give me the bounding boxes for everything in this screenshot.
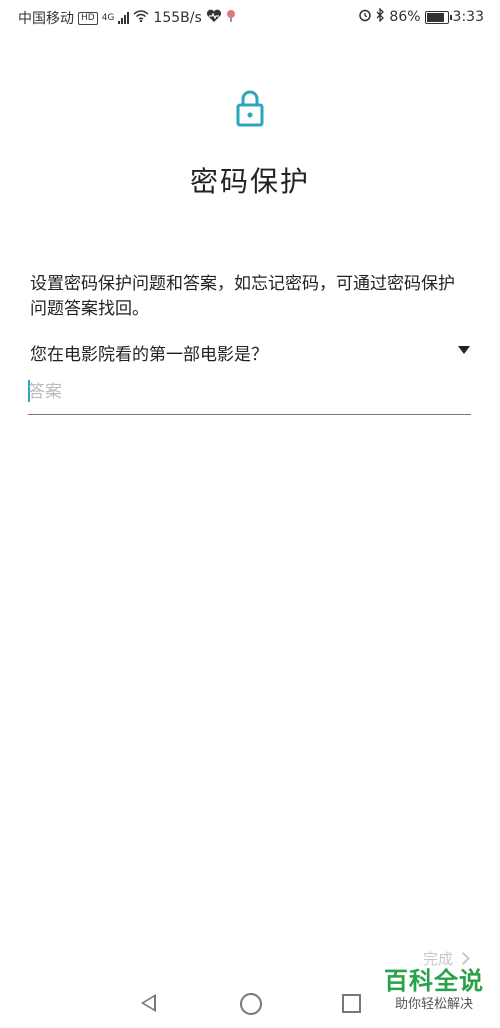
signal-icon: [118, 12, 130, 24]
status-right: 86% 3:33: [358, 7, 484, 26]
status-left: 中国移动 HD 4G 155B/s: [18, 8, 236, 28]
wifi-icon: [133, 10, 149, 26]
location-pin-icon: [226, 9, 236, 27]
back-icon[interactable]: [141, 994, 156, 1012]
lock-icon: [234, 88, 266, 128]
clock: 3:33: [452, 9, 484, 25]
status-bar: 中国移动 HD 4G 155B/s 86% 3:33: [0, 0, 500, 32]
security-question-select[interactable]: 您在电影院看的第一部电影是？: [30, 340, 470, 365]
page-title: 密码保护: [189, 165, 310, 198]
battery-percent: 86%: [389, 9, 421, 25]
chevron-right-icon: [457, 952, 470, 965]
answer-field-container[interactable]: [28, 372, 471, 415]
dropdown-arrow-icon[interactable]: [458, 346, 470, 354]
bluetooth-icon: [376, 7, 385, 26]
battery-icon: [424, 10, 452, 24]
watermark-title: 百科全说: [384, 967, 484, 995]
heart-rate-icon: [206, 9, 222, 27]
network-speed: 155B/s: [153, 10, 202, 26]
description-text: 设置密码保护问题和答案，如忘记密码，可通过密码保护问题答案找回。: [30, 274, 455, 319]
network-type: 4G: [101, 13, 115, 23]
answer-input[interactable]: [28, 378, 468, 406]
hd-badge: HD: [78, 11, 98, 25]
watermark-subtitle: 助你轻松解决: [394, 997, 473, 1012]
carrier-name: 中国移动: [18, 11, 74, 27]
security-question-label: 您在电影院看的第一部电影是？: [30, 345, 268, 365]
alarm-icon: [358, 8, 372, 26]
recent-apps-icon[interactable]: [342, 994, 361, 1013]
home-icon[interactable]: [240, 993, 262, 1015]
watermark-logo: 百科全说 助你轻松解决: [376, 966, 492, 1014]
